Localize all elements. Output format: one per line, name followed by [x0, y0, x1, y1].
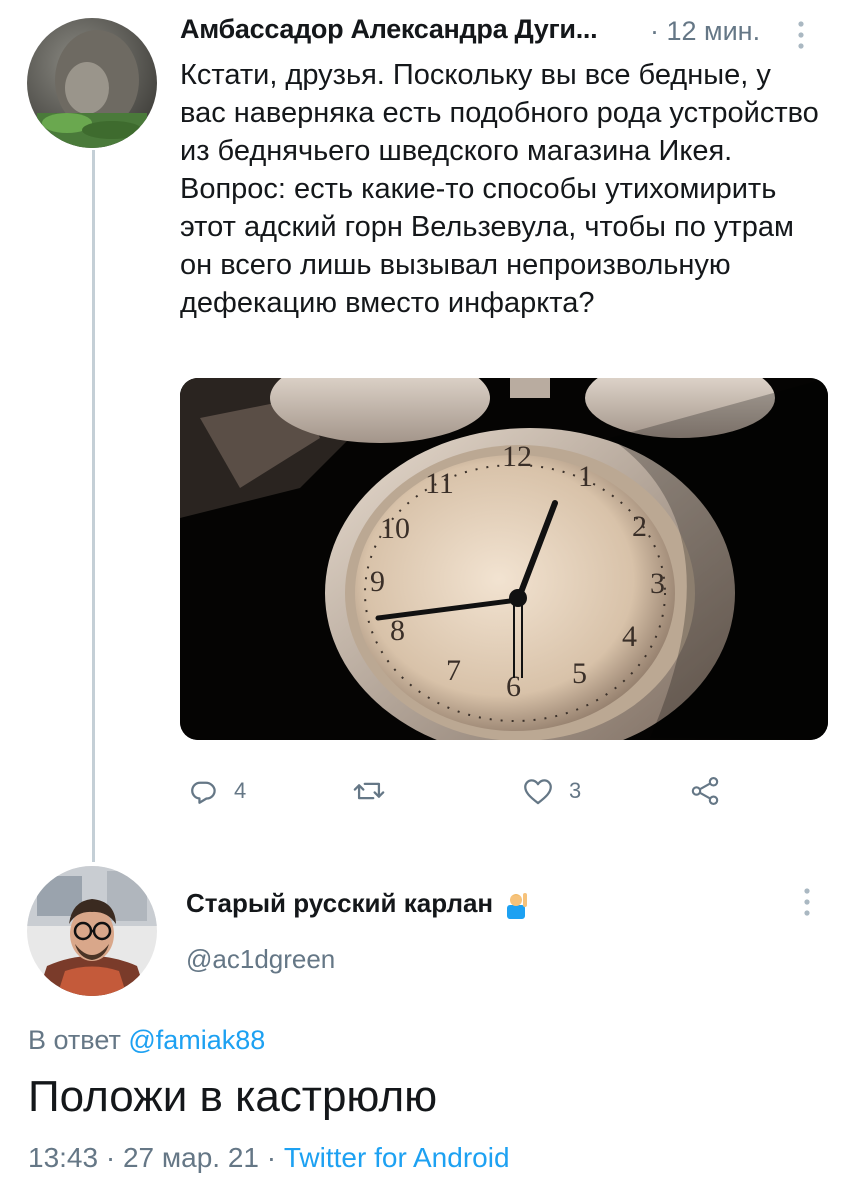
retweet-action[interactable] — [352, 772, 400, 810]
parent-author-avatar[interactable] — [27, 18, 157, 148]
reply-action[interactable]: 4 — [186, 772, 246, 810]
svg-text:3: 3 — [650, 567, 665, 600]
heart-icon — [524, 779, 552, 805]
svg-text:10: 10 — [380, 512, 410, 545]
svg-text:8: 8 — [390, 614, 405, 647]
svg-text:11: 11 — [425, 467, 454, 500]
reply-context: В ответ @famiak88 — [28, 1025, 265, 1056]
user-avatar-icon — [27, 18, 157, 148]
user-avatar-glasses-icon — [27, 866, 157, 996]
reply-icon — [191, 781, 216, 804]
svg-text:4: 4 — [622, 620, 637, 653]
svg-text:7: 7 — [446, 654, 461, 687]
man-raising-hand-emoji-icon — [501, 889, 531, 919]
retweet-icon — [353, 782, 385, 800]
parent-tweet-text: Кстати, друзья. Поскольку вы все бедные,… — [180, 59, 819, 319]
tweet-source-link[interactable]: Twitter for Android — [284, 1142, 510, 1173]
reply-author-name[interactable]: Старый русский карлан — [186, 888, 531, 919]
like-count: 3 — [569, 778, 582, 803]
parent-timestamp[interactable]: · 12 мин. — [650, 16, 760, 47]
share-action[interactable] — [688, 772, 722, 810]
thread-connector-line — [92, 150, 95, 862]
reply-tweet-text: Положи в кастрюлю — [28, 1072, 438, 1121]
reply-to-prefix: В ответ — [28, 1025, 121, 1055]
alarm-clock-photo-icon: 12 1 2 3 4 5 6 7 8 9 10 11 — [180, 378, 828, 740]
more-options-icon[interactable] — [793, 18, 809, 54]
reply-to-mention-link[interactable]: @famiak88 — [128, 1025, 265, 1055]
reply-author-name-text: Старый русский карлан — [186, 888, 494, 918]
svg-text:5: 5 — [572, 657, 587, 690]
more-options-icon[interactable] — [799, 885, 815, 921]
svg-text:12: 12 — [502, 440, 532, 473]
tweet-timestamp[interactable]: 13:43 · 27 мар. 21 · — [28, 1142, 276, 1173]
svg-text:2: 2 — [632, 510, 647, 543]
reply-author-handle[interactable]: @ac1dgreen — [186, 944, 335, 975]
tweet-metadata: 13:43 · 27 мар. 21 · Twitter for Android — [28, 1142, 510, 1174]
share-icon — [691, 777, 719, 805]
like-action[interactable]: 3 — [521, 772, 581, 810]
parent-author-name[interactable]: Амбассадор Александра Дуги... — [180, 14, 598, 45]
tweet-photo[interactable]: 12 1 2 3 4 5 6 7 8 9 10 11 — [180, 378, 828, 740]
reply-count: 4 — [234, 778, 247, 803]
svg-text:1: 1 — [578, 460, 593, 493]
svg-text:9: 9 — [370, 565, 385, 598]
reply-author-avatar[interactable] — [27, 866, 157, 996]
